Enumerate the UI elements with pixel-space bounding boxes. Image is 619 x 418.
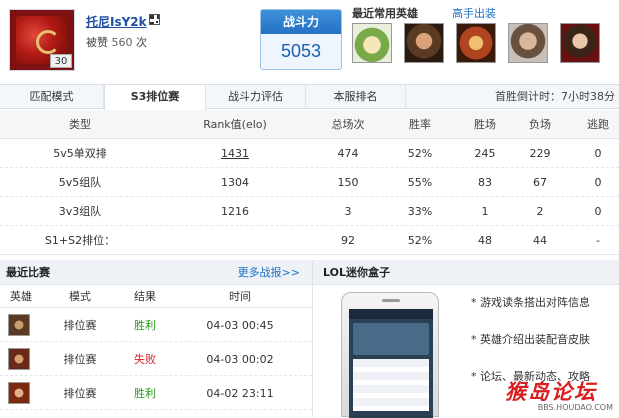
feature-hero-intro: * 英雄介绍出装配音皮肤 [471, 333, 590, 346]
row-type: 5v5组队 [58, 176, 102, 189]
row-losses: 2 [536, 205, 544, 218]
row-wins: 245 [474, 147, 496, 160]
row-losses: 67 [533, 176, 547, 189]
col-hero: 英雄 [10, 290, 32, 303]
col-wins: 胜场 [474, 118, 496, 131]
table-row: S1+S2排位： 92 52% 48 44 - [0, 226, 619, 255]
row-losses: 44 [533, 234, 547, 247]
table-row: 3v3组队 1216 3 33% 1 2 0 [0, 197, 619, 226]
pantheon-portrait-icon[interactable] [456, 23, 496, 63]
match-time: 04-03 00:02 [206, 353, 274, 366]
col-rank: Rank值(elo) [203, 118, 267, 131]
player-avatar[interactable]: 30 [9, 9, 75, 71]
combat-power-label: 战斗力 [261, 10, 341, 34]
combat-power-value: 5053 [280, 41, 322, 61]
tab-s3-ranked[interactable]: S3排位赛 [104, 85, 206, 110]
match-hero-icon [8, 348, 30, 370]
match-hero-icon [8, 314, 30, 336]
list-item[interactable]: 排位赛 胜利 04-02 23:11 [0, 377, 312, 410]
col-result: 结果 [134, 290, 156, 303]
row-winrate: 55% [407, 176, 433, 189]
col-leaves: 逃跑 [587, 118, 609, 131]
row-leaves: - [596, 234, 600, 247]
col-total: 总场次 [331, 118, 365, 131]
feature-loading-info: * 游戏读条搭出对阵信息 [471, 296, 590, 309]
match-hero-icon [8, 382, 30, 404]
gangplank-portrait-icon[interactable] [404, 23, 444, 63]
row-wins: 1 [481, 205, 489, 218]
row-total: 474 [337, 147, 359, 160]
match-mode: 排位赛 [63, 387, 97, 400]
player-level-badge: 30 [50, 54, 72, 68]
row-total: 150 [337, 176, 359, 189]
combat-power-box: 战斗力 5053 [260, 9, 342, 70]
pro-builds-link[interactable]: 高手出装 [452, 5, 496, 21]
phone-screenshot-image[interactable] [341, 292, 439, 418]
qr-code-icon[interactable] [149, 14, 160, 25]
row-winrate: 33% [407, 205, 433, 218]
lee-sin-portrait-icon[interactable] [508, 23, 548, 63]
row-total: 3 [344, 205, 352, 218]
match-mode: 排位赛 [63, 319, 97, 332]
recent-matches-title: 最近比赛 [6, 266, 50, 279]
row-losses: 229 [529, 147, 551, 160]
row-wins: 83 [478, 176, 492, 189]
tab-power-evaluation[interactable]: 战斗力评估 [206, 85, 306, 109]
row-type: 3v3组队 [58, 205, 102, 218]
row-leaves: 0 [594, 205, 602, 218]
row-type: S1+S2排位： [44, 234, 116, 247]
jarvan-portrait-icon[interactable] [560, 23, 600, 63]
match-time: 04-03 00:45 [206, 319, 274, 332]
col-winrate: 胜率 [409, 118, 431, 131]
match-result: 胜利 [134, 387, 156, 400]
row-winrate: 52% [407, 147, 433, 160]
stats-header-row: 类型 Rank值(elo) 总场次 胜率 胜场 负场 逃跑 [0, 110, 619, 139]
col-mode: 模式 [69, 290, 91, 303]
list-item[interactable]: 排位赛 失败 04-03 00:02 [0, 343, 312, 376]
mode-tab-bar: 匹配模式 S3排位赛 战斗力评估 本服排名 首胜倒计时：7小时38分 [0, 84, 619, 110]
row-leaves: 0 [594, 176, 602, 189]
table-row: 5v5组队 1304 150 55% 83 67 0 [0, 168, 619, 197]
recent-heroes-title: 最近常用英雄 [352, 7, 418, 20]
ranked-stats-table: 类型 Rank值(elo) 总场次 胜率 胜场 负场 逃跑 5v5单双排 143… [0, 110, 619, 255]
row-rank: 1304 [221, 176, 249, 189]
site-watermark-logo: 猴岛论坛 BBS.HOUDAO.COM [505, 380, 613, 412]
matches-header-row: 英雄 模式 结果 时间 [0, 286, 312, 308]
likes-count: 被赞 560 次 [86, 36, 147, 49]
recent-matches-header: 最近比赛 更多战报>> [0, 260, 312, 285]
list-item[interactable]: 排位赛 胜利 04-03 00:45 [0, 309, 312, 342]
more-reports-link[interactable]: 更多战报>> [238, 260, 300, 285]
player-name-link[interactable]: 托尼IsY2k [86, 13, 147, 30]
row-rank: 1216 [221, 205, 249, 218]
recent-matches-panel: 最近比赛 更多战报>> 英雄 模式 结果 时间 排位赛 胜利 04-03 00:… [0, 260, 312, 417]
tab-server-ranking[interactable]: 本服排名 [306, 85, 406, 109]
teemo-portrait-icon[interactable] [352, 23, 392, 63]
table-row: 5v5单双排 1431 474 52% 245 229 0 [0, 139, 619, 168]
match-result: 失败 [134, 353, 156, 366]
row-total: 92 [341, 234, 355, 247]
col-time: 时间 [229, 290, 251, 303]
tab-normal-mode[interactable]: 匹配模式 [0, 85, 104, 109]
col-losses: 负场 [529, 118, 551, 131]
row-winrate: 52% [407, 234, 433, 247]
match-time: 04-02 23:11 [206, 387, 274, 400]
first-win-countdown: 首胜倒计时：7小时38分 [495, 90, 615, 103]
match-result: 胜利 [134, 319, 156, 332]
row-rank-link[interactable]: 1431 [190, 139, 280, 168]
row-leaves: 0 [594, 147, 602, 160]
match-mode: 排位赛 [63, 353, 97, 366]
mini-box-title: LOL迷你盒子 [323, 266, 390, 279]
row-wins: 48 [478, 234, 492, 247]
row-type: 5v5单双排 [53, 147, 107, 160]
col-type: 类型 [69, 118, 91, 131]
mini-box-header: LOL迷你盒子 [313, 260, 619, 285]
